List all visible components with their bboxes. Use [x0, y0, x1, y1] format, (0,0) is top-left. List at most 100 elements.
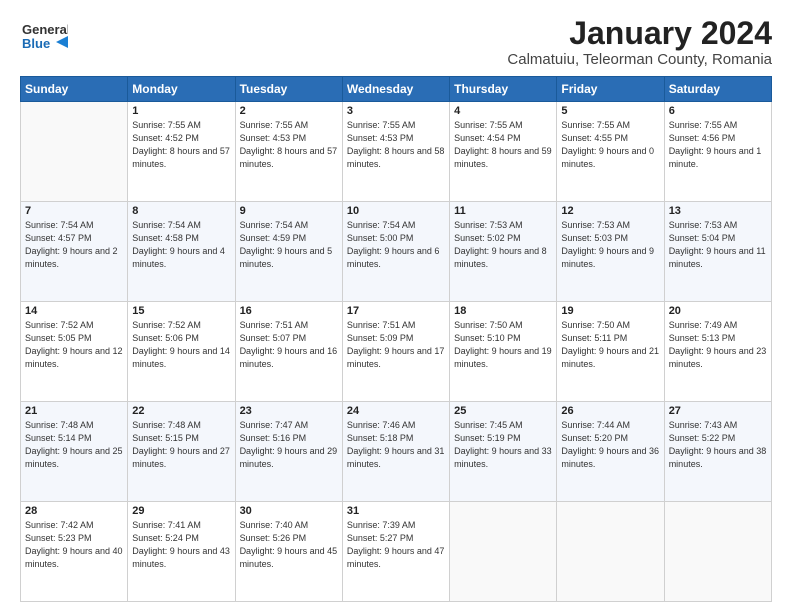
day-number: 7	[25, 205, 123, 217]
svg-text:General: General	[22, 22, 68, 37]
day-number: 29	[132, 505, 230, 517]
day-number: 2	[240, 105, 338, 117]
day-info: Sunrise: 7:41 AMSunset: 5:24 PMDaylight:…	[132, 519, 230, 571]
calendar-cell: 11 Sunrise: 7:53 AMSunset: 5:02 PMDayligh…	[450, 202, 557, 302]
calendar-page: General Blue January 2024 Calmatuiu, Tel…	[0, 0, 792, 612]
day-number: 17	[347, 305, 445, 317]
day-number: 28	[25, 505, 123, 517]
day-info: Sunrise: 7:55 AMSunset: 4:52 PMDaylight:…	[132, 119, 230, 171]
day-info: Sunrise: 7:55 AMSunset: 4:55 PMDaylight:…	[561, 119, 659, 171]
day-number: 4	[454, 105, 552, 117]
day-number: 1	[132, 105, 230, 117]
day-info: Sunrise: 7:45 AMSunset: 5:19 PMDaylight:…	[454, 419, 552, 471]
day-info: Sunrise: 7:53 AMSunset: 5:04 PMDaylight:…	[669, 219, 767, 271]
day-number: 15	[132, 305, 230, 317]
day-number: 22	[132, 405, 230, 417]
day-info: Sunrise: 7:51 AMSunset: 5:09 PMDaylight:…	[347, 319, 445, 371]
calendar-cell: 6 Sunrise: 7:55 AMSunset: 4:56 PMDaylight…	[664, 102, 771, 202]
day-number: 6	[669, 105, 767, 117]
day-info: Sunrise: 7:43 AMSunset: 5:22 PMDaylight:…	[669, 419, 767, 471]
day-info: Sunrise: 7:54 AMSunset: 4:57 PMDaylight:…	[25, 219, 123, 271]
col-header-monday: Monday	[128, 77, 235, 102]
calendar-cell: 23Sunrise: 7:47 AMSunset: 5:16 PMDayligh…	[235, 402, 342, 502]
day-number: 10	[347, 205, 445, 217]
calendar-cell: 27Sunrise: 7:43 AMSunset: 5:22 PMDayligh…	[664, 402, 771, 502]
calendar-cell: 4Sunrise: 7:55 AMSunset: 4:54 PMDaylight…	[450, 102, 557, 202]
day-info: Sunrise: 7:40 AMSunset: 5:26 PMDaylight:…	[240, 519, 338, 571]
calendar-cell: 1 Sunrise: 7:55 AMSunset: 4:52 PMDaylight…	[128, 102, 235, 202]
day-number: 25	[454, 405, 552, 417]
day-info: Sunrise: 7:54 AMSunset: 4:59 PMDaylight:…	[240, 219, 338, 271]
day-info: Sunrise: 7:54 AMSunset: 4:58 PMDaylight:…	[132, 219, 230, 271]
day-number: 5	[561, 105, 659, 117]
day-info: Sunrise: 7:52 AMSunset: 5:06 PMDaylight:…	[132, 319, 230, 371]
calendar-cell: 13 Sunrise: 7:53 AMSunset: 5:04 PMDayligh…	[664, 202, 771, 302]
day-number: 24	[347, 405, 445, 417]
calendar-cell	[557, 502, 664, 602]
col-header-saturday: Saturday	[664, 77, 771, 102]
svg-text:Blue: Blue	[22, 36, 50, 51]
day-number: 13	[669, 205, 767, 217]
day-number: 23	[240, 405, 338, 417]
day-number: 9	[240, 205, 338, 217]
day-info: Sunrise: 7:46 AMSunset: 5:18 PMDaylight:…	[347, 419, 445, 471]
location: Calmatuiu, Teleorman County, Romania	[507, 51, 772, 68]
header: General Blue January 2024 Calmatuiu, Tel…	[20, 16, 772, 68]
col-header-thursday: Thursday	[450, 77, 557, 102]
col-header-wednesday: Wednesday	[342, 77, 449, 102]
day-info: Sunrise: 7:51 AMSunset: 5:07 PMDaylight:…	[240, 319, 338, 371]
calendar-cell: 2 Sunrise: 7:55 AMSunset: 4:53 PMDaylight…	[235, 102, 342, 202]
day-info: Sunrise: 7:55 AMSunset: 4:53 PMDaylight:…	[240, 119, 338, 171]
calendar-cell: 8 Sunrise: 7:54 AMSunset: 4:58 PMDaylight…	[128, 202, 235, 302]
day-info: Sunrise: 7:53 AMSunset: 5:02 PMDaylight:…	[454, 219, 552, 271]
day-info: Sunrise: 7:54 AMSunset: 5:00 PMDaylight:…	[347, 219, 445, 271]
day-number: 8	[132, 205, 230, 217]
calendar-cell: 15 Sunrise: 7:52 AMSunset: 5:06 PMDayligh…	[128, 302, 235, 402]
day-info: Sunrise: 7:50 AMSunset: 5:11 PMDaylight:…	[561, 319, 659, 371]
day-number: 26	[561, 405, 659, 417]
day-number: 19	[561, 305, 659, 317]
calendar-cell: 26 Sunrise: 7:44 AMSunset: 5:20 PMDayligh…	[557, 402, 664, 502]
calendar-cell: 5 Sunrise: 7:55 AMSunset: 4:55 PMDaylight…	[557, 102, 664, 202]
col-header-sunday: Sunday	[21, 77, 128, 102]
day-info: Sunrise: 7:50 AMSunset: 5:10 PMDaylight:…	[454, 319, 552, 371]
day-info: Sunrise: 7:48 AMSunset: 5:14 PMDaylight:…	[25, 419, 123, 471]
calendar-cell: 16 Sunrise: 7:51 AMSunset: 5:07 PMDayligh…	[235, 302, 342, 402]
day-number: 21	[25, 405, 123, 417]
month-title: January 2024	[507, 16, 772, 51]
day-info: Sunrise: 7:55 AMSunset: 4:56 PMDaylight:…	[669, 119, 767, 171]
calendar-cell: 24 Sunrise: 7:46 AMSunset: 5:18 PMDayligh…	[342, 402, 449, 502]
day-number: 14	[25, 305, 123, 317]
day-number: 3	[347, 105, 445, 117]
calendar-cell: 18Sunrise: 7:50 AMSunset: 5:10 PMDayligh…	[450, 302, 557, 402]
title-block: January 2024 Calmatuiu, Teleorman County…	[507, 16, 772, 68]
calendar-cell: 30 Sunrise: 7:40 AMSunset: 5:26 PMDayligh…	[235, 502, 342, 602]
logo-icon: General Blue	[20, 16, 68, 60]
calendar-cell: 20 Sunrise: 7:49 AMSunset: 5:13 PMDayligh…	[664, 302, 771, 402]
day-number: 16	[240, 305, 338, 317]
calendar-cell	[21, 102, 128, 202]
day-info: Sunrise: 7:42 AMSunset: 5:23 PMDaylight:…	[25, 519, 123, 571]
day-number: 11	[454, 205, 552, 217]
calendar-cell: 9 Sunrise: 7:54 AMSunset: 4:59 PMDaylight…	[235, 202, 342, 302]
day-number: 30	[240, 505, 338, 517]
calendar-cell: 25 Sunrise: 7:45 AMSunset: 5:19 PMDayligh…	[450, 402, 557, 502]
calendar-cell: 3 Sunrise: 7:55 AMSunset: 4:53 PMDaylight…	[342, 102, 449, 202]
col-header-tuesday: Tuesday	[235, 77, 342, 102]
col-header-friday: Friday	[557, 77, 664, 102]
day-info: Sunrise: 7:44 AMSunset: 5:20 PMDaylight:…	[561, 419, 659, 471]
day-number: 31	[347, 505, 445, 517]
calendar-cell: 21 Sunrise: 7:48 AMSunset: 5:14 PMDayligh…	[21, 402, 128, 502]
calendar-cell: 12Sunrise: 7:53 AMSunset: 5:03 PMDayligh…	[557, 202, 664, 302]
calendar-cell: 31 Sunrise: 7:39 AMSunset: 5:27 PMDayligh…	[342, 502, 449, 602]
logo: General Blue	[20, 16, 68, 60]
day-number: 12	[561, 205, 659, 217]
day-number: 20	[669, 305, 767, 317]
day-info: Sunrise: 7:55 AMSunset: 4:53 PMDaylight:…	[347, 119, 445, 171]
day-info: Sunrise: 7:39 AMSunset: 5:27 PMDaylight:…	[347, 519, 445, 571]
calendar-cell: 17 Sunrise: 7:51 AMSunset: 5:09 PMDayligh…	[342, 302, 449, 402]
calendar-cell	[450, 502, 557, 602]
calendar-table: SundayMondayTuesdayWednesdayThursdayFrid…	[20, 76, 772, 602]
day-info: Sunrise: 7:49 AMSunset: 5:13 PMDaylight:…	[669, 319, 767, 371]
calendar-cell	[664, 502, 771, 602]
